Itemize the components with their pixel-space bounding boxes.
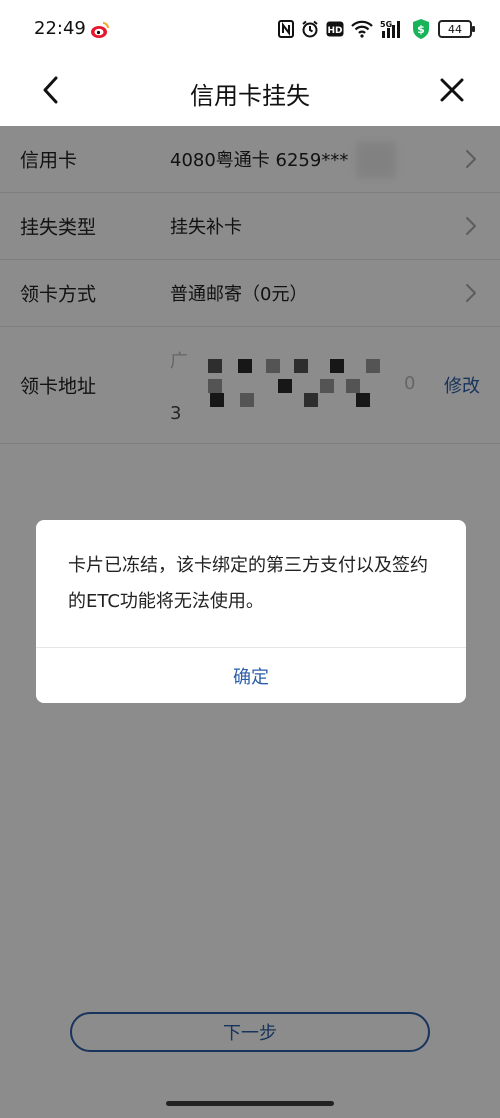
page-title: 信用卡挂失 <box>190 82 310 110</box>
battery-indicator: 44 <box>438 20 475 38</box>
confirm-button[interactable]: 确定 <box>36 648 466 703</box>
nfc-icon <box>278 18 294 40</box>
wifi-icon <box>351 18 373 40</box>
status-icons: HD 5G $ 44 <box>278 16 475 42</box>
page: 22:49 HD 5G $ 44 信用卡挂失 信用卡 4080粤通卡 6259*… <box>0 0 500 1118</box>
alert-dialog: 卡片已冻结，该卡绑定的第三方支付以及签约的ETC功能将无法使用。 确定 <box>36 520 466 703</box>
weibo-icon <box>90 20 110 40</box>
close-icon <box>440 78 464 106</box>
dialog-message: 卡片已冻结，该卡绑定的第三方支付以及签约的ETC功能将无法使用。 <box>68 555 428 612</box>
svg-text:5G: 5G <box>380 20 392 29</box>
cellular-signal-icon: 5G <box>380 18 404 40</box>
close-button[interactable] <box>432 72 472 112</box>
shield-dollar-icon: $ <box>411 18 431 40</box>
hd-icon: HD <box>326 18 344 40</box>
svg-text:$: $ <box>417 23 425 36</box>
title-bar: 信用卡挂失 <box>0 60 500 126</box>
status-bar: 22:49 HD 5G $ 44 <box>0 0 500 60</box>
alarm-icon <box>301 18 319 40</box>
home-indicator[interactable] <box>166 1101 334 1106</box>
svg-text:HD: HD <box>327 26 342 36</box>
status-time: 22:49 <box>34 18 86 39</box>
